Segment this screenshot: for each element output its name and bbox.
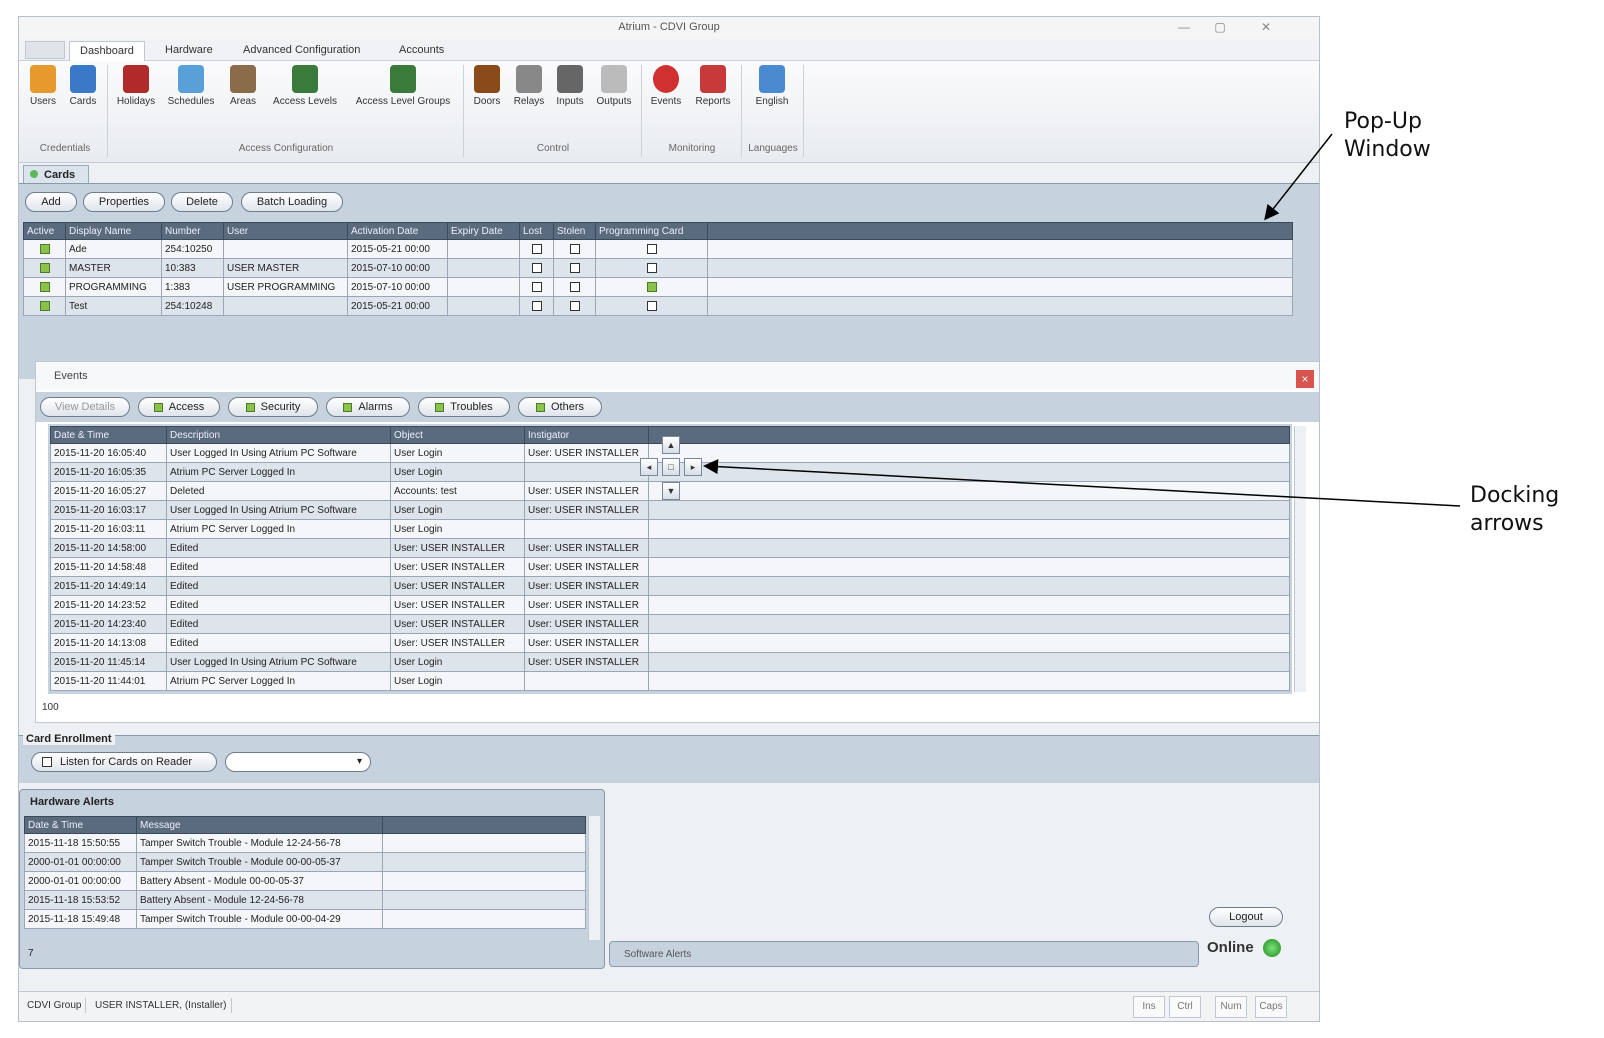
annotation-arrows <box>703 133 1461 507</box>
popup-arrow <box>1264 133 1333 221</box>
docking-arrow <box>703 459 1461 507</box>
